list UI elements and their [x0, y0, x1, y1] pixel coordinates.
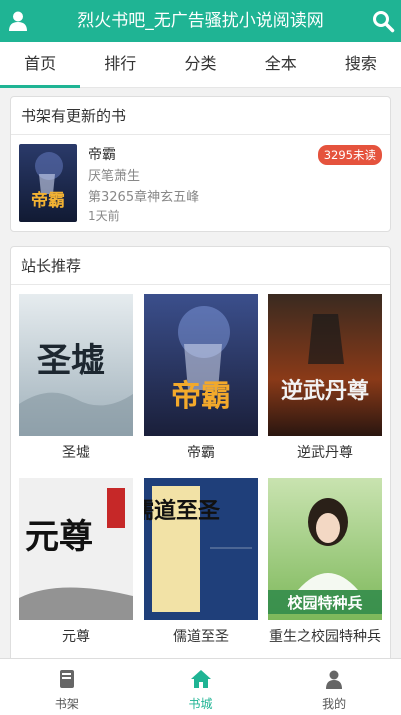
recommend-panel: 站长推荐 圣墟 圣墟 帝霸 帝霸 逆武丹尊 逆武丹尊 元尊 元尊 道至圣 儒道至… [10, 246, 391, 666]
recommend-book-item[interactable]: 儒道至圣 儒道至圣 [144, 478, 258, 646]
bottom-nav: 书架 书城 我的 [0, 658, 401, 715]
home-icon [190, 668, 212, 690]
book-cover[interactable]: 圣墟 [19, 294, 133, 436]
book-cover[interactable]: 逆武丹尊 [268, 294, 382, 436]
unread-badge: 3295未读 [317, 145, 382, 165]
bottom-nav-label: 我的 [322, 697, 347, 711]
tab-completed[interactable]: 全本 [241, 42, 321, 87]
bottom-nav-bookstore[interactable]: 书城 [134, 659, 268, 715]
recommend-book-item[interactable]: 帝霸 帝霸 [144, 294, 258, 462]
nav-tabs: 首页 排行 分类 全本 搜索 [0, 42, 401, 88]
svg-text:帝霸: 帝霸 [171, 379, 231, 414]
book-author: 厌笔萧生 [88, 169, 141, 184]
search-icon [373, 11, 395, 33]
book-name[interactable]: 帝霸 [88, 144, 116, 164]
book-cover[interactable]: 元尊 [19, 478, 133, 620]
book-update-time: 1天前 [88, 209, 120, 223]
tab-category[interactable]: 分类 [160, 42, 240, 87]
recommend-grid: 圣墟 圣墟 帝霸 帝霸 逆武丹尊 逆武丹尊 元尊 元尊 道至圣 儒道至圣 校园特… [11, 285, 390, 657]
bottom-nav-label: 书城 [188, 697, 213, 711]
tab-home[interactable]: 首页 [0, 42, 81, 88]
bottom-nav-mine[interactable]: 我的 [267, 659, 401, 715]
recommend-book-item[interactable]: 圣墟 圣墟 [19, 294, 133, 462]
book-name[interactable]: 儒道至圣 [144, 626, 258, 646]
search-button[interactable] [371, 9, 395, 33]
tab-search[interactable]: 搜索 [321, 42, 401, 87]
bottom-nav-label: 书架 [54, 697, 79, 711]
svg-text:校园特种兵: 校园特种兵 [287, 594, 362, 612]
book-cover[interactable]: 帝霸 [144, 294, 258, 436]
svg-text:帝霸: 帝霸 [31, 190, 65, 211]
book-cover[interactable]: 儒道至圣 [144, 478, 258, 620]
svg-text:逆武丹尊: 逆武丹尊 [281, 378, 369, 404]
book-cover[interactable]: 帝霸 [19, 144, 77, 222]
svg-text:元尊: 元尊 [25, 517, 93, 557]
updated-books-panel: 书架有更新的书 帝霸 帝霸 厌笔萧生 第3265章神玄五峰 1天前 3295未读 [10, 96, 391, 232]
book-name[interactable]: 圣墟 [19, 442, 133, 462]
recommend-book-item[interactable]: 元尊 元尊 [19, 478, 133, 646]
book-cover[interactable]: 校园特种兵 [268, 478, 382, 620]
book-name[interactable]: 帝霸 [144, 442, 258, 462]
book-name[interactable]: 元尊 [19, 626, 133, 646]
updated-books-title: 书架有更新的书 [11, 97, 390, 135]
book-latest-chapter[interactable]: 第3265章神玄五峰 [88, 186, 199, 205]
svg-text:儒道至圣: 儒道至圣 [144, 498, 221, 524]
app-header: 烈火书吧_无广告骚扰小说阅读网 [0, 0, 401, 42]
bottom-nav-bookshelf[interactable]: 书架 [0, 659, 134, 715]
recommend-book-item[interactable]: 逆武丹尊 逆武丹尊 [268, 294, 382, 462]
recommend-book-item[interactable]: 校园特种兵 重生之校园特种兵 [268, 478, 382, 646]
book-name[interactable]: 重生之校园特种兵 [268, 626, 382, 646]
book-icon [56, 668, 78, 690]
user-icon [323, 668, 345, 690]
user-button[interactable] [6, 9, 30, 33]
recommend-title: 站长推荐 [11, 247, 390, 285]
book-name[interactable]: 逆武丹尊 [268, 442, 382, 462]
svg-text:圣墟: 圣墟 [37, 341, 105, 381]
user-icon [9, 11, 27, 31]
tab-ranking[interactable]: 排行 [80, 42, 160, 87]
updated-book-item[interactable]: 帝霸 帝霸 厌笔萧生 第3265章神玄五峰 1天前 3295未读 [11, 135, 390, 229]
page-title: 烈火书吧_无广告骚扰小说阅读网 [77, 11, 324, 31]
